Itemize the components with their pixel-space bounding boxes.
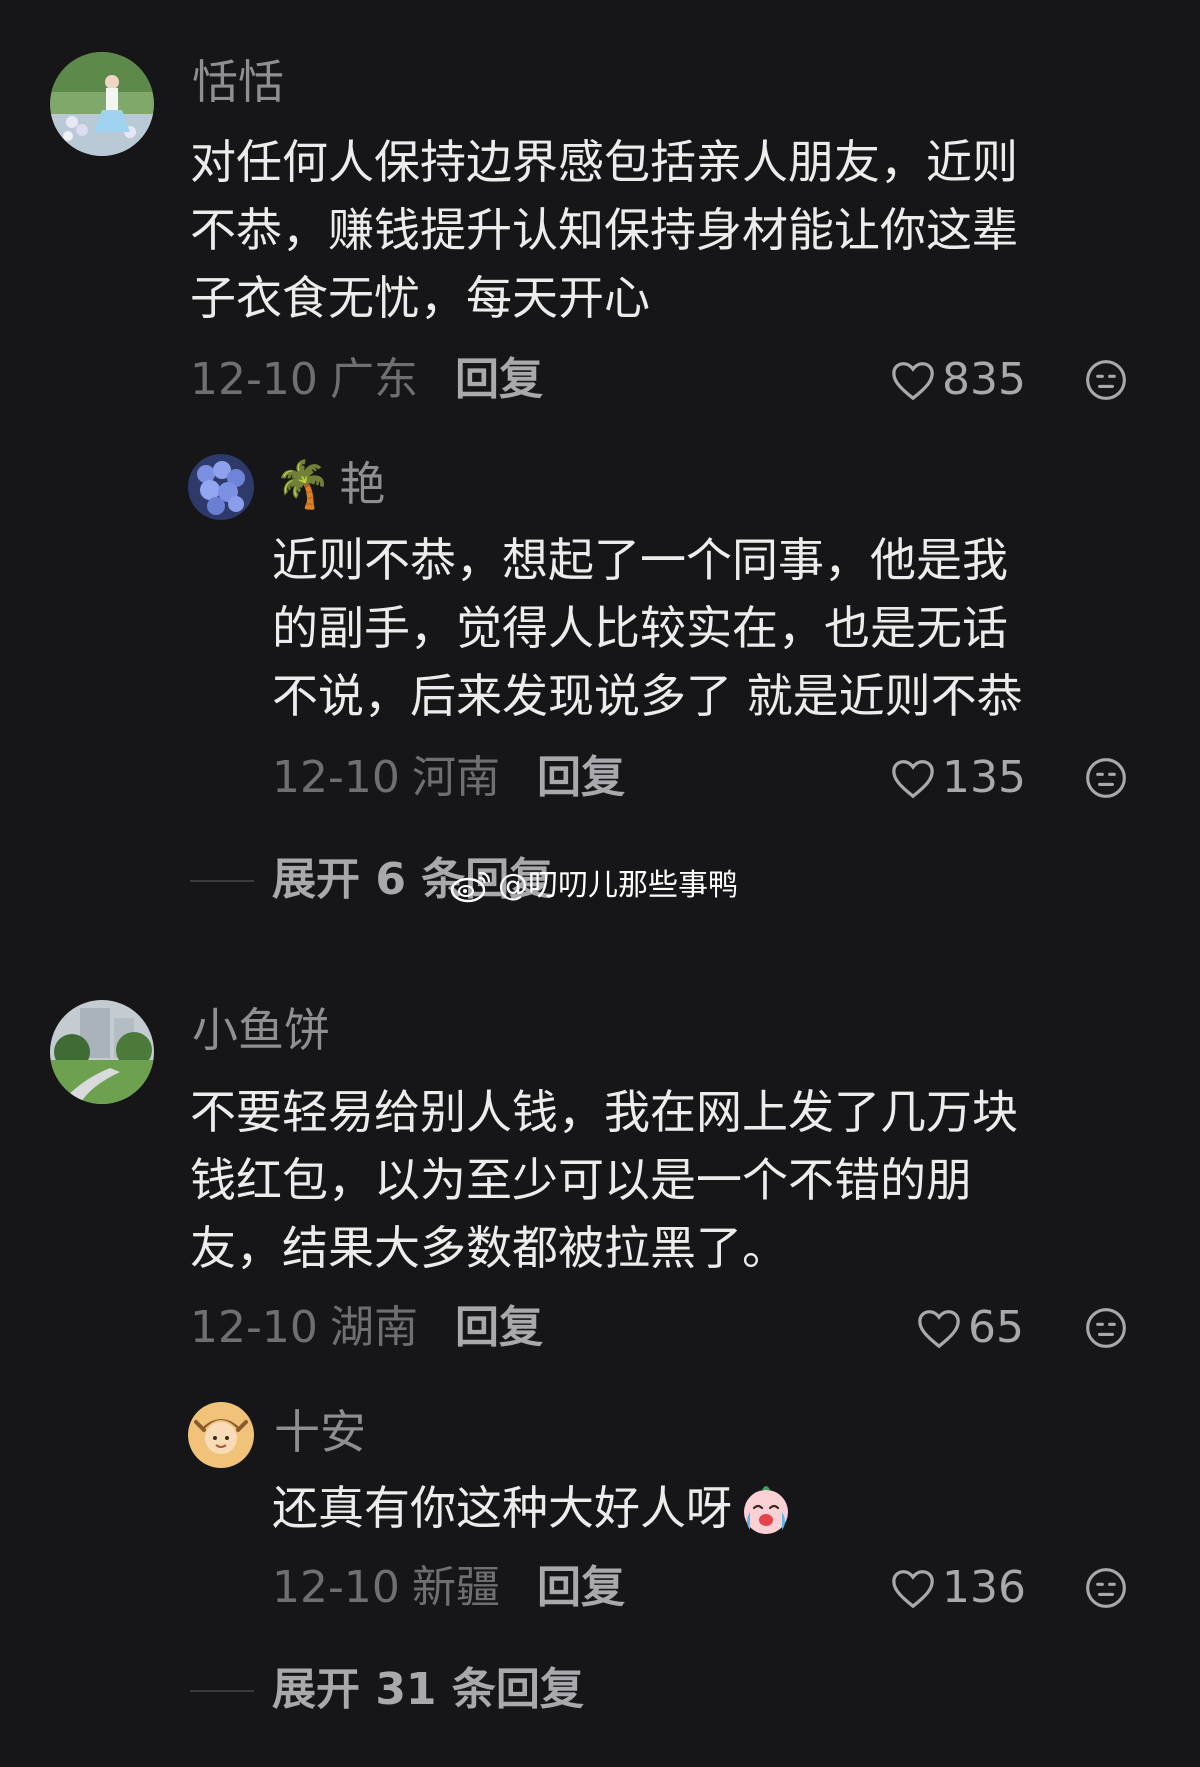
like-button[interactable]: 135	[890, 750, 1026, 806]
comment-text: 不要轻易给别人钱，我在网上发了几万块	[190, 1085, 1018, 1139]
comment-username[interactable]: 恬恬	[192, 54, 284, 110]
reply-text: 还真有你这种大好人呀	[272, 1474, 796, 1542]
dislike-face-icon	[1086, 360, 1126, 400]
dislike-button[interactable]	[1084, 1566, 1128, 1614]
comment-text: 友，结果大多数都被拉黑了。	[190, 1221, 788, 1275]
heart-icon	[892, 362, 934, 401]
comment-text: 不恭，赚钱提升认知保持身材能让你这辈	[190, 203, 1018, 257]
weibo-logo-icon	[450, 871, 491, 903]
expand-divider	[190, 1690, 254, 1692]
like-count: 65	[968, 1302, 1024, 1353]
comment-text: 子衣食无忧，每天开心	[190, 271, 650, 325]
reply-date: 12-10	[272, 752, 400, 803]
like-button[interactable]: 136	[890, 1560, 1026, 1616]
expand-replies-button[interactable]: 展开 31 条回复	[272, 1662, 584, 1718]
dislike-face-icon	[1086, 758, 1126, 798]
dislike-button[interactable]	[1084, 1306, 1128, 1354]
avatar[interactable]	[50, 1000, 154, 1104]
reply-username[interactable]: 十安	[274, 1404, 366, 1460]
like-count: 136	[942, 1562, 1026, 1613]
palm-tree-emoji: 🌴	[274, 457, 332, 511]
comment-location: 湖南	[330, 1302, 418, 1353]
reply-text: 不说，后来发现说多了 就是近则不恭	[272, 669, 1023, 723]
crying-face-emoji	[744, 1486, 788, 1534]
comment-date: 12-10	[190, 354, 318, 405]
comment-text: 对任何人保持边界感包括亲人朋友，近则	[190, 135, 1018, 189]
heart-icon	[892, 1570, 934, 1609]
comment-date: 12-10	[190, 1302, 318, 1353]
comment-text: 钱红包，以为至少可以是一个不错的朋	[190, 1153, 972, 1207]
reply-date: 12-10	[272, 1562, 400, 1613]
reply-location: 河南	[412, 752, 500, 803]
reply-button[interactable]: 回复	[537, 750, 625, 806]
dislike-button[interactable]	[1084, 756, 1128, 804]
reply-button[interactable]: 回复	[537, 1560, 625, 1616]
like-count: 135	[942, 752, 1026, 803]
dislike-button[interactable]	[1084, 358, 1128, 406]
expand-divider	[190, 880, 254, 882]
watermark: @叨叨儿那些事鸭	[450, 866, 738, 906]
avatar[interactable]	[188, 454, 254, 520]
dislike-face-icon	[1086, 1568, 1126, 1608]
reply-text: 的副手，觉得人比较实在，也是无话	[272, 601, 1008, 655]
reply-text: 近则不恭，想起了一个同事，他是我	[272, 533, 1008, 587]
comment-username[interactable]: 小鱼饼	[192, 1002, 330, 1058]
heart-icon	[918, 1310, 960, 1349]
reply-username[interactable]: 🌴 艳	[274, 456, 385, 512]
avatar[interactable]	[188, 1402, 254, 1468]
like-button[interactable]: 65	[916, 1300, 1024, 1356]
reply-button[interactable]: 回复	[455, 352, 543, 408]
comment-location: 广东	[330, 354, 418, 405]
heart-icon	[892, 760, 934, 799]
reply-button[interactable]: 回复	[455, 1300, 543, 1356]
like-button[interactable]: 835	[890, 352, 1026, 408]
reply-location: 新疆	[412, 1562, 500, 1613]
avatar[interactable]	[50, 52, 154, 156]
like-count: 835	[942, 354, 1026, 405]
dislike-face-icon	[1086, 1308, 1126, 1348]
